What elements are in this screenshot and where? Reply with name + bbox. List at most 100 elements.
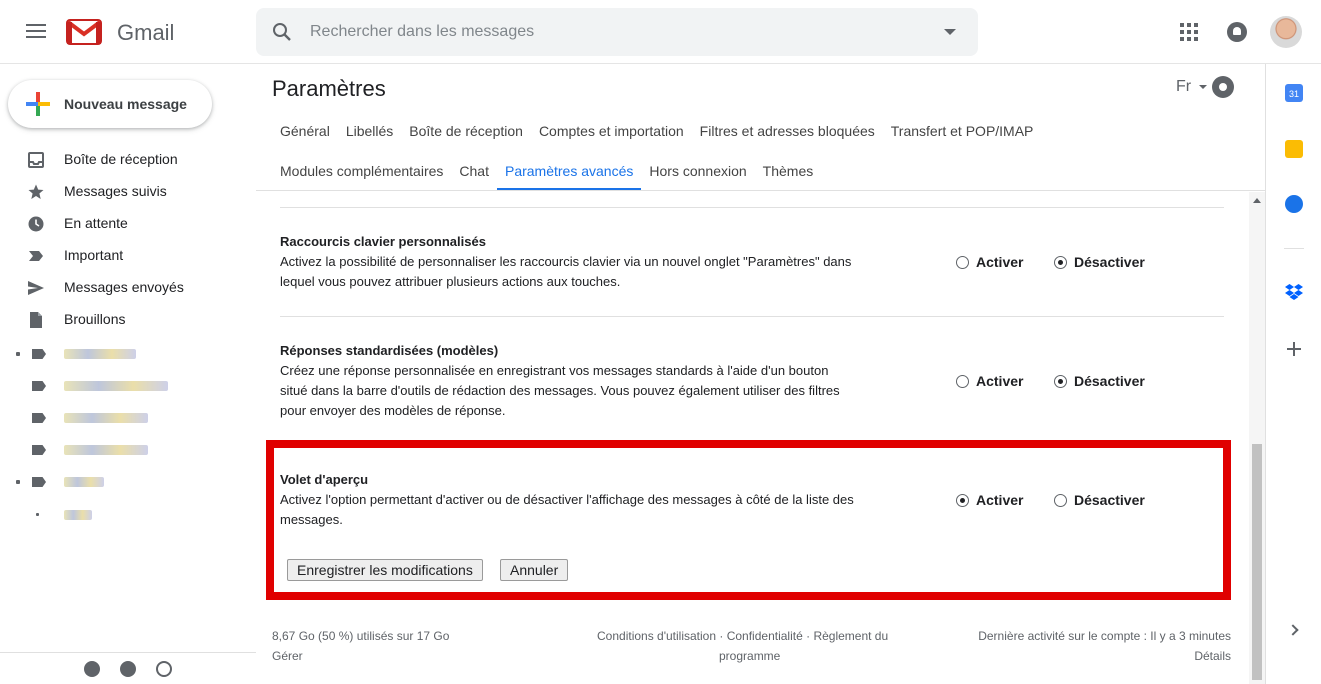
language-chevron-down-icon[interactable] [1199,85,1207,89]
gmail-logo-icon[interactable] [66,18,102,46]
manage-storage-link[interactable]: Gérer [272,646,303,666]
compose-plus-icon [26,92,50,116]
tab-filters[interactable]: Filtres et adresses bloquées [692,114,883,150]
top-bar: Gmail [0,0,1321,64]
privacy-link[interactable]: Confidentialité [727,629,803,643]
sidebar-item-snoozed[interactable]: En attente [0,208,256,240]
label-expand-dot[interactable] [16,352,20,356]
program-policy-link[interactable]: Règlement du [813,629,888,643]
activity-details-link[interactable]: Détails [1131,646,1231,666]
sidebar-item-important[interactable]: Important [0,240,256,272]
tab-themes[interactable]: Thèmes [755,154,822,190]
tab-forwarding[interactable]: Transfert et POP/IMAP [883,114,1042,150]
redacted-label[interactable] [64,413,148,423]
sidebar-item-label: Important [64,247,124,263]
language-selector[interactable]: Fr [1176,78,1191,96]
label-icon [32,413,46,423]
send-icon [28,281,44,295]
label-icon [32,477,46,487]
keep-icon[interactable] [1285,140,1303,158]
tab-accounts[interactable]: Comptes et importation [531,114,692,150]
search-icon[interactable] [270,20,294,44]
radio-label[interactable]: Activer [976,492,1023,508]
radio-canned-responses-disable[interactable] [1054,375,1067,388]
sidebar-item-label: En attente [64,215,128,231]
compose-button[interactable]: Nouveau message [8,80,212,128]
expand-panel-chevron-right-icon[interactable] [1287,624,1299,636]
option-title: Réponses standardisées (modèles) [280,343,499,358]
calendar-icon[interactable]: 31 [1285,84,1303,102]
radio-canned-responses-enable[interactable] [956,375,969,388]
tab-chat[interactable]: Chat [451,154,497,190]
right-side-panel: 31 [1265,64,1321,684]
add-addon-icon[interactable] [1285,340,1303,358]
option-title: Volet d'aperçu [280,472,369,487]
radio-label[interactable]: Activer [976,373,1023,389]
contacts-icon[interactable] [84,661,100,677]
main-menu-icon[interactable] [24,20,48,44]
option-title: Raccourcis clavier personnalisés [280,234,486,249]
gear-icon[interactable] [1212,76,1234,98]
divider [280,316,1224,317]
radio-keyboard-shortcuts-disable[interactable] [1054,256,1067,269]
page-title: Paramètres [272,76,386,101]
sidebar-item-starred[interactable]: Messages suivis [0,176,256,208]
radio-label[interactable]: Désactiver [1074,254,1145,270]
tab-offline[interactable]: Hors connexion [641,154,754,190]
phone-icon[interactable] [156,661,172,677]
tab-addons[interactable]: Modules complémentaires [272,154,451,190]
inbox-icon [28,152,44,168]
footer-links: Conditions d'utilisation · Confidentiali… [597,626,927,646]
terms-link[interactable]: Conditions d'utilisation [597,629,716,643]
tab-advanced[interactable]: Paramètres avancés [496,154,642,190]
hangouts-icon[interactable] [120,661,136,677]
cancel-button[interactable]: Annuler [500,559,569,581]
settings-scrollbar[interactable] [1249,192,1265,684]
option-description: Activez l'option permettant d'activer ou… [280,492,854,527]
footer-separator: · [716,629,727,643]
redacted-label[interactable] [64,445,148,455]
settings-content: Raccourcis clavier personnalisés Activez… [256,191,1265,684]
google-apps-icon[interactable] [1180,23,1198,41]
redacted-label[interactable] [64,477,104,487]
label-expand-dot[interactable] [16,480,20,484]
radio-label[interactable]: Activer [976,254,1023,270]
tab-general[interactable]: Général [272,114,338,150]
rail-divider [1284,248,1304,249]
tab-labels[interactable]: Libellés [338,114,401,150]
option-description: Activez la possibilité de personnaliser … [280,254,852,289]
search-bar[interactable] [256,8,978,56]
radio-keyboard-shortcuts-enable[interactable] [956,256,969,269]
sidebar-bottom-bar [0,652,256,684]
sidebar-item-sent[interactable]: Messages envoyés [0,272,256,304]
radio-preview-pane-disable[interactable] [1054,494,1067,507]
tasks-icon[interactable] [1285,195,1303,213]
sidebar-item-label: Boîte de réception [64,151,178,167]
sidebar-item-inbox[interactable]: Boîte de réception [0,144,256,176]
scrollbar-thumb[interactable] [1252,444,1262,680]
scroll-up-arrow-icon[interactable] [1253,198,1261,203]
dropbox-icon[interactable] [1285,283,1303,301]
tab-inbox[interactable]: Boîte de réception [401,114,531,150]
sidebar-item-drafts[interactable]: Brouillons [0,304,256,336]
program-policy-link-line2[interactable]: programme [719,646,780,666]
star-icon [28,184,44,199]
sidebar-item-label: Messages envoyés [64,279,184,295]
redacted-label[interactable] [64,510,92,520]
redacted-label[interactable] [64,349,136,359]
label-icon [32,381,46,391]
save-button[interactable]: Enregistrer les modifications [287,559,483,581]
avatar[interactable] [1270,16,1302,48]
search-input[interactable] [308,20,908,44]
app-name[interactable]: Gmail [117,20,174,46]
radio-preview-pane-enable[interactable] [956,494,969,507]
radio-label[interactable]: Désactiver [1074,492,1145,508]
important-icon [29,251,43,261]
footer-separator: · [802,629,814,643]
redacted-label[interactable] [64,381,168,391]
radio-label[interactable]: Désactiver [1074,373,1145,389]
search-options-chevron-down-icon[interactable] [944,29,956,35]
draft-icon [30,312,42,328]
notifications-icon[interactable] [1227,22,1247,42]
last-activity: Dernière activité sur le compte : Il y a… [978,629,1231,643]
